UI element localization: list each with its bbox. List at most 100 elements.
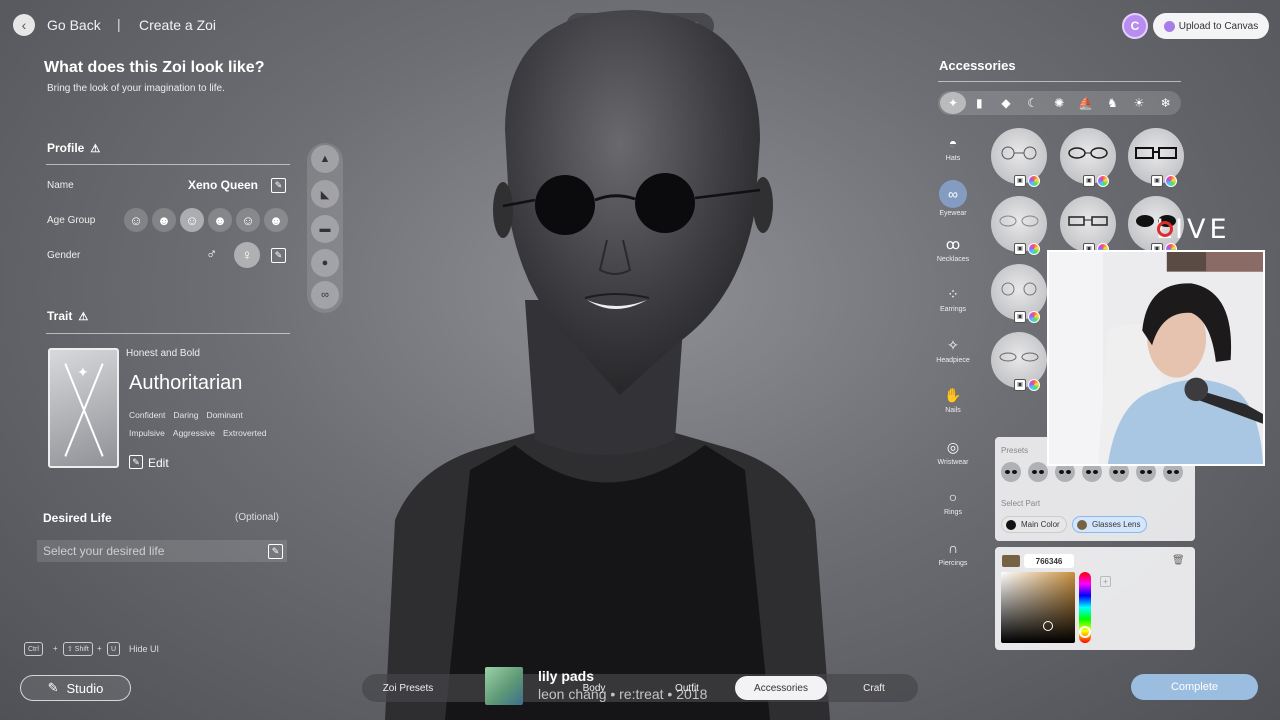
edit-gender-icon[interactable]: ✎ bbox=[271, 248, 286, 263]
age-group-label: Age Group bbox=[47, 215, 96, 226]
glasses-lens-chip[interactable]: Glasses Lens bbox=[1072, 516, 1148, 533]
warning-icon[interactable]: ⚠ bbox=[90, 143, 100, 155]
party-icon[interactable]: ✺ bbox=[1046, 96, 1073, 110]
age-child-icon[interactable]: ☻ bbox=[152, 208, 176, 232]
category-piercings[interactable]: ∩ Piercings bbox=[928, 540, 978, 567]
trash-icon[interactable]: 🗑 bbox=[1172, 555, 1185, 566]
trait-card[interactable]: ✦ bbox=[48, 348, 119, 468]
studio-label: Studio bbox=[66, 680, 104, 696]
eyewear-item[interactable]: ▣ bbox=[991, 196, 1047, 255]
age-elder-icon[interactable]: ☻ bbox=[264, 208, 288, 232]
hide-ui-label: Hide UI bbox=[129, 644, 160, 654]
eyewear-item[interactable]: ▣ bbox=[1060, 196, 1116, 255]
warning-icon[interactable]: ⚠ bbox=[78, 311, 88, 323]
male-icon[interactable]: ♂ bbox=[206, 246, 217, 263]
age-infant-icon[interactable]: ☺ bbox=[124, 208, 148, 232]
ship-icon[interactable]: ⛵ bbox=[1073, 96, 1100, 110]
trait-tag: Aggressive bbox=[172, 428, 215, 438]
shoes-thumbnail-icon[interactable]: ◣ bbox=[311, 180, 339, 208]
color-badge-icon[interactable] bbox=[1028, 243, 1040, 255]
go-back-button[interactable]: Go Back bbox=[47, 17, 101, 33]
eyewear-item[interactable]: ▣ bbox=[1128, 128, 1184, 187]
category-eyewear[interactable]: ∞ Eyewear bbox=[928, 180, 978, 217]
color-badge-icon[interactable] bbox=[1165, 175, 1177, 187]
category-necklaces[interactable]: ꝏ Necklaces bbox=[928, 236, 978, 263]
color-badge-icon[interactable] bbox=[1097, 175, 1109, 187]
tab-accessories[interactable]: Accessories bbox=[735, 676, 827, 700]
nails-icon: ✋ bbox=[944, 387, 962, 403]
top-thumbnail-icon[interactable]: ▲ bbox=[311, 145, 339, 173]
category-rings[interactable]: ○ Rings bbox=[928, 489, 978, 516]
category-label: Hats bbox=[945, 155, 961, 162]
category-label: Piercings bbox=[938, 560, 968, 567]
avatar[interactable]: C bbox=[1122, 13, 1148, 39]
desired-life-input[interactable] bbox=[37, 540, 287, 562]
color-badge-icon[interactable] bbox=[1028, 311, 1040, 323]
category-nails[interactable]: ✋ Nails bbox=[928, 387, 978, 414]
upload-label: Upload to Canvas bbox=[1178, 20, 1259, 32]
snowflake-icon[interactable]: ❄ bbox=[1152, 96, 1179, 110]
moon-icon[interactable]: ☾ bbox=[1019, 96, 1046, 110]
headpiece-icon: ✧ bbox=[947, 337, 959, 353]
hat-icon: ◓ bbox=[948, 135, 958, 151]
preset-swatch[interactable] bbox=[1028, 462, 1048, 482]
glasses-thumbnail-icon[interactable]: ∞ bbox=[311, 281, 339, 309]
head-thumbnail-icon[interactable]: ● bbox=[311, 249, 339, 277]
optional-label: (Optional) bbox=[235, 512, 279, 523]
go-back-icon[interactable]: ‹ bbox=[13, 14, 35, 36]
sun-icon[interactable]: ☀ bbox=[1126, 96, 1153, 110]
thin-glasses-icon bbox=[999, 215, 1039, 227]
eyewear-item[interactable]: ▣ bbox=[991, 332, 1047, 391]
age-adult-icon[interactable]: ☺ bbox=[236, 208, 260, 232]
color-badge-icon[interactable] bbox=[1028, 379, 1040, 391]
all-icon[interactable]: ✦ bbox=[940, 92, 966, 114]
trait-tag: Daring bbox=[173, 410, 199, 420]
category-hats[interactable]: ◓ Hats bbox=[928, 135, 978, 162]
zoi-character[interactable] bbox=[375, 0, 845, 720]
category-headpiece[interactable]: ✧ Headpiece bbox=[928, 337, 978, 364]
edit-name-icon[interactable]: ✎ bbox=[271, 178, 286, 193]
star-icon: ✦ bbox=[77, 364, 89, 380]
image-badge-icon: ▣ bbox=[1014, 379, 1026, 391]
hex-input[interactable]: 766346 bbox=[1024, 554, 1074, 568]
image-badge-icon: ▣ bbox=[1014, 311, 1026, 323]
trait-heading: Trait ⚠ bbox=[47, 309, 88, 323]
trait-tag: Impulsive bbox=[129, 428, 165, 438]
preset-swatch[interactable] bbox=[1001, 462, 1021, 482]
category-label: Rings bbox=[944, 509, 962, 516]
studio-button[interactable]: ✎ Studio bbox=[20, 675, 131, 701]
page-title: Create a Zoi bbox=[139, 17, 217, 33]
color-badge-icon[interactable] bbox=[1028, 175, 1040, 187]
edit-trait-button[interactable]: Edit bbox=[148, 456, 169, 470]
song-title: lily pads bbox=[538, 668, 595, 684]
main-color-chip[interactable]: Main Color bbox=[1001, 516, 1067, 533]
edit-trait-icon[interactable]: ✎ bbox=[129, 455, 143, 469]
color-cursor[interactable] bbox=[1043, 621, 1053, 631]
cat-icon[interactable]: ♞ bbox=[1099, 96, 1126, 110]
age-group-selector: ☺ ☻ ☺ ☻ ☺ ☻ bbox=[124, 208, 288, 232]
eyewear-item[interactable]: ▣ bbox=[1060, 128, 1116, 187]
graduation-icon[interactable]: ◆ bbox=[993, 96, 1020, 110]
add-color-icon[interactable]: + bbox=[1100, 576, 1111, 587]
tab-zoi-presets[interactable]: Zoi Presets bbox=[372, 676, 444, 700]
upload-to-canvas-button[interactable]: Upload to Canvas bbox=[1153, 13, 1269, 39]
gift-icon[interactable]: ▮ bbox=[966, 96, 993, 110]
shift-key: ⇧ Shift bbox=[63, 642, 93, 656]
glasses-icon: ∞ bbox=[939, 180, 967, 208]
age-teen-icon[interactable]: ☺ bbox=[180, 208, 204, 232]
category-wristwear[interactable]: ◎ Wristwear bbox=[928, 439, 978, 466]
age-young-adult-icon[interactable]: ☻ bbox=[208, 208, 232, 232]
edit-desired-life-icon[interactable]: ✎ bbox=[268, 544, 283, 559]
tab-craft[interactable]: Craft bbox=[845, 676, 903, 700]
female-icon[interactable]: ♀ bbox=[234, 242, 260, 268]
gender-label: Gender bbox=[47, 250, 81, 261]
mask-thumbnail-icon[interactable]: ▬ bbox=[311, 215, 339, 243]
eyewear-item[interactable]: ▣ bbox=[991, 264, 1047, 323]
hue-slider-knob[interactable] bbox=[1079, 626, 1091, 638]
eyewear-item[interactable]: ▣ bbox=[991, 128, 1047, 187]
piercing-icon: ∩ bbox=[947, 540, 959, 556]
complete-button[interactable]: Complete bbox=[1131, 674, 1258, 700]
saturation-value-field[interactable] bbox=[1001, 572, 1075, 643]
live-dot-icon bbox=[1157, 221, 1173, 237]
category-earrings[interactable]: ⁘ Earrings bbox=[928, 286, 978, 313]
